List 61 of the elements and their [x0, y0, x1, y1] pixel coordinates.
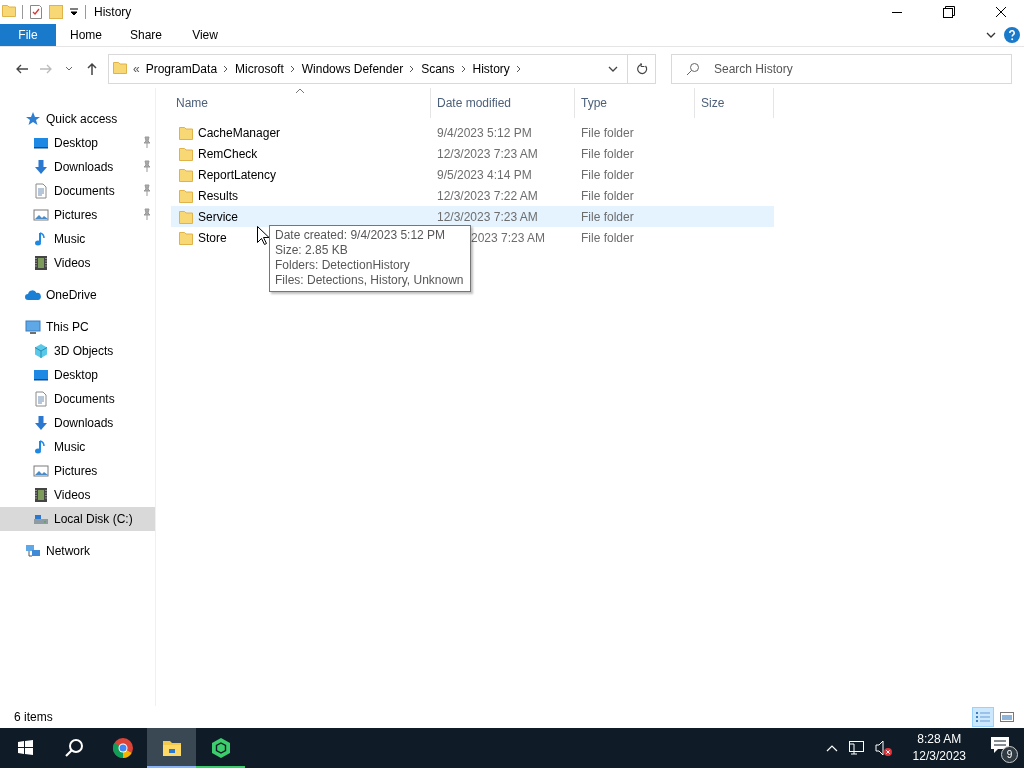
navigation-item[interactable]: Local Disk (C:): [0, 507, 155, 531]
search-box[interactable]: Search History: [671, 54, 1012, 84]
breadcrumb[interactable]: Microsoft: [235, 62, 284, 76]
file-name[interactable]: ReportLatency: [198, 167, 277, 182]
navigation-item[interactable]: Downloads: [0, 155, 155, 179]
date-modified: 12/3/2023 7:22 AM: [437, 188, 538, 203]
window-title: History: [94, 5, 132, 19]
file-type: File folder: [581, 188, 634, 203]
clock[interactable]: 8:28 AM 12/3/2023: [906, 731, 972, 765]
navigation-item[interactable]: Music: [0, 227, 155, 251]
tooltip-line: Folders: DetectionHistory: [275, 258, 411, 273]
date-modified: 9/5/2023 4:14 PM: [437, 167, 532, 182]
file-name[interactable]: CacheManager: [198, 125, 281, 140]
tooltip-line: Date created: 9/4/2023 5:12 PM: [275, 228, 447, 243]
navigation-item[interactable]: Quick access: [0, 107, 155, 131]
file-type: File folder: [581, 230, 634, 245]
navigation-item[interactable]: Documents: [0, 179, 155, 203]
ribbon-tab[interactable]: Home: [56, 24, 116, 46]
breadcrumb[interactable]: ProgramData: [145, 62, 218, 76]
file-type: File folder: [581, 125, 634, 140]
navigation-item[interactable]: Documents: [0, 387, 155, 411]
navigation-item[interactable]: Videos: [0, 483, 155, 507]
navigation-item[interactable]: Pictures: [0, 459, 155, 483]
date-modified: 12/3/2023 7:23 AM: [437, 209, 538, 224]
breadcrumb[interactable]: History: [472, 62, 510, 76]
tooltip-line: Size: 2.85 KB: [275, 243, 349, 258]
breadcrumb[interactable]: Scans: [421, 62, 455, 76]
file-name[interactable]: Store: [198, 230, 227, 245]
date-modified: 12/3/2023 7:23 AM: [437, 146, 538, 161]
navigation-item[interactable]: Desktop: [0, 131, 155, 155]
breadcrumb[interactable]: Windows Defender: [301, 62, 404, 76]
navigation-item[interactable]: This PC: [0, 315, 155, 339]
overflow-chevron[interactable]: «: [133, 62, 140, 76]
file-type: File folder: [581, 146, 634, 161]
file-name[interactable]: RemCheck: [198, 146, 258, 161]
navigation-item[interactable]: Downloads: [0, 411, 155, 435]
column-header[interactable]: Date modified: [431, 88, 575, 118]
ribbon-tab[interactable]: Share: [116, 24, 177, 46]
file-name[interactable]: Service: [198, 209, 238, 224]
column-header[interactable]: Name: [171, 88, 431, 118]
navigation-item[interactable]: OneDrive: [0, 283, 155, 307]
navigation-item[interactable]: Pictures: [0, 203, 155, 227]
file-type: File folder: [581, 167, 634, 182]
notification-count: 9: [1001, 746, 1018, 763]
navigation-item[interactable]: Videos: [0, 251, 155, 275]
date-modified: 9/4/2023 5:12 PM: [437, 125, 532, 140]
address-bar[interactable]: « ProgramData Microsoft Windows Defender Scans History: [108, 54, 628, 84]
navigation-item[interactable]: Network: [0, 539, 155, 563]
file-type: File folder: [581, 209, 634, 224]
search-field[interactable]: Search History: [712, 61, 1011, 77]
tooltip-line: Files: Detections, History, Unknown: [275, 273, 464, 288]
file-name[interactable]: Results: [198, 188, 238, 203]
file-menu-button[interactable]: File: [0, 24, 56, 46]
navigation-item[interactable]: Desktop: [0, 363, 155, 387]
ribbon-tab[interactable]: View: [176, 24, 235, 46]
column-header[interactable]: Size: [695, 88, 774, 118]
navigation-item[interactable]: Music: [0, 435, 155, 459]
item-count: 6 items: [14, 710, 53, 724]
date-modified: 2023 7:23 AM: [471, 230, 546, 245]
navigation-item[interactable]: 3D Objects: [0, 339, 155, 363]
column-header[interactable]: Type: [575, 88, 695, 118]
